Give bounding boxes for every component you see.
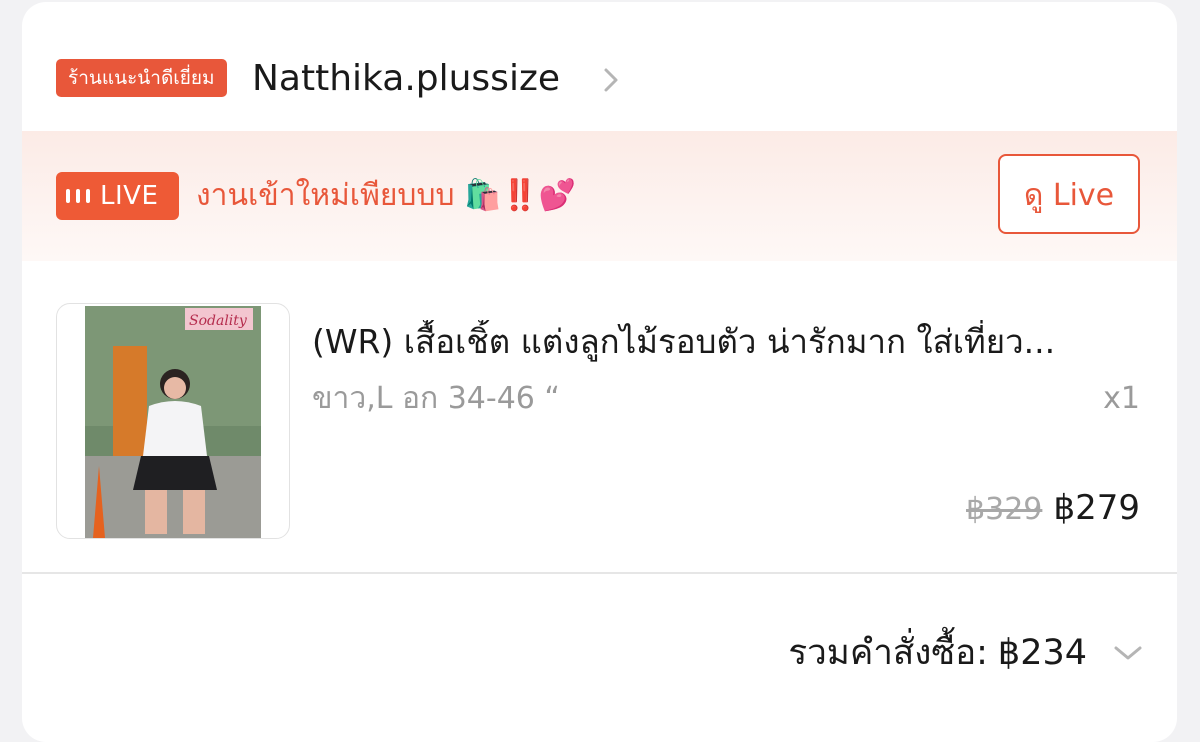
product-quantity: x1 xyxy=(1103,381,1140,416)
product-title[interactable]: (WR) เสื้อเชิ้ต แต่งลูกไม้รอบตัว น่ารักม… xyxy=(312,320,1142,364)
image-sign-text: Sodality xyxy=(189,313,248,329)
order-card: ร้านแนะนำดีเยี่ยม Natthika.plussize LIVE… xyxy=(22,2,1177,742)
live-caption: งานเข้าใหม่เพียบบบ 🛍️‼️💕 xyxy=(196,178,577,213)
price-row: ฿329 ฿279 xyxy=(966,488,1140,528)
product-variant: ขาว,L อก 34-46 “ xyxy=(312,381,560,416)
shop-name[interactable]: Natthika.plussize xyxy=(252,56,560,102)
chevron-down-icon[interactable] xyxy=(1113,643,1143,663)
product-image[interactable]: Sodality xyxy=(56,303,290,539)
order-total-label: รวมคำสั่งซื้อ: xyxy=(788,633,988,673)
order-total[interactable]: รวมคำสั่งซื้อ: ฿234 xyxy=(788,630,1087,676)
chevron-right-icon[interactable] xyxy=(600,66,622,94)
live-badge: LIVE xyxy=(56,172,179,220)
original-price: ฿329 xyxy=(966,492,1043,527)
watch-live-button[interactable]: ดู Live xyxy=(998,154,1140,234)
live-banner[interactable]: LIVE งานเข้าใหม่เพียบบบ 🛍️‼️💕 ดู Live xyxy=(22,131,1177,261)
preferred-shop-badge: ร้านแนะนำดีเยี่ยม xyxy=(56,59,227,97)
sale-price: ฿279 xyxy=(1053,488,1140,528)
live-bars-icon xyxy=(66,189,96,203)
divider xyxy=(22,572,1177,574)
order-total-value: ฿234 xyxy=(997,633,1087,673)
live-badge-label: LIVE xyxy=(100,181,159,211)
shop-header[interactable]: ร้านแนะนำดีเยี่ยม Natthika.plussize xyxy=(22,2,1177,130)
